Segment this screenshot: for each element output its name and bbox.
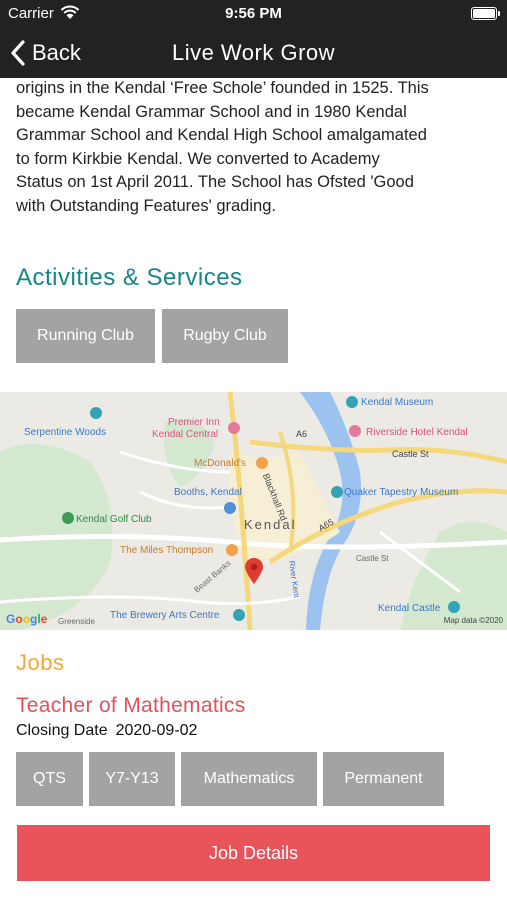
job-tag-qts[interactable]: QTS xyxy=(16,752,83,806)
location-map[interactable]: Kendal Museum Serpentine Woods Premier I… xyxy=(0,392,507,630)
back-button[interactable]: Back xyxy=(10,36,81,70)
chevron-left-icon xyxy=(11,40,25,66)
map-label-miles-thompson: The Miles Thompson xyxy=(120,545,214,556)
map-label-kendal-castle: Kendal Castle xyxy=(378,603,441,614)
museum-icon xyxy=(346,396,358,408)
park-icon xyxy=(90,407,102,419)
museum-icon xyxy=(331,486,343,498)
status-bar: Carrier 9:56 PM xyxy=(0,0,507,28)
map-label-brewery: The Brewery Arts Centre xyxy=(110,610,220,621)
job-tag-year-range[interactable]: Y7-Y13 xyxy=(89,752,175,806)
hotel-icon xyxy=(228,422,240,434)
closing-date-value: 2020-09-02 xyxy=(115,722,198,739)
description-line: became Kendal Grammar School and in 1980… xyxy=(16,102,407,121)
description-line: origins in the Kendal ‘Free Schole’ foun… xyxy=(16,79,429,97)
map-label-riverside-hotel: Riverside Hotel Kendal xyxy=(366,427,468,438)
map-label-castle-st: Castle St xyxy=(392,449,429,459)
navigation-bar: Back Live Work Grow xyxy=(0,28,507,78)
map-label-castle-st-small: Castle St xyxy=(356,554,389,563)
restaurant-icon xyxy=(256,457,268,469)
map-label-serpentine-woods: Serpentine Woods xyxy=(24,427,107,438)
map-label-kendal-central: Kendal Central xyxy=(152,429,219,440)
map-label-booths: Booths, Kendal xyxy=(174,487,242,498)
description-line: with Outstanding Features' grading. xyxy=(16,196,276,215)
closing-date-label: Closing Date xyxy=(16,722,108,739)
job-tag-contract[interactable]: Permanent xyxy=(323,752,444,806)
map-label-greenside: Greenside xyxy=(58,617,95,626)
hotel-icon xyxy=(349,425,361,437)
castle-icon xyxy=(448,601,460,613)
jobs-heading: Jobs xyxy=(16,650,65,675)
map-label-golf-club: Kendal Golf Club xyxy=(76,514,152,525)
theatre-icon xyxy=(233,609,245,621)
job-title[interactable]: Teacher of Mathematics xyxy=(16,694,246,718)
status-time: 9:56 PM xyxy=(225,5,282,22)
google-logo: Google xyxy=(6,612,48,626)
map-label-quaker-museum: Quaker Tapestry Museum xyxy=(344,487,459,498)
map-marker-icon xyxy=(245,558,263,584)
map-label-kendal-town: Kendal xyxy=(244,517,297,532)
battery-icon xyxy=(471,7,500,20)
map-label-premier-inn: Premier Inn xyxy=(168,417,220,428)
back-label: Back xyxy=(32,40,81,65)
description-line: Grammar School and Kendal High School am… xyxy=(16,126,427,144)
map-label-mcdonalds: McDonald's xyxy=(194,458,246,469)
description-line: Status on 1st April 2011. The School has… xyxy=(16,173,414,191)
shopping-icon xyxy=(224,502,236,514)
activities-heading: Activities & Services xyxy=(16,264,243,291)
job-details-button[interactable]: Job Details xyxy=(17,825,490,881)
scroll-content[interactable]: origins in the Kendal ‘Free Schole’ foun… xyxy=(0,78,507,900)
golf-icon xyxy=(62,512,74,524)
restaurant-icon xyxy=(226,544,238,556)
activity-tag-rugby-club[interactable]: Rugby Club xyxy=(162,309,288,363)
activity-tag-running-club[interactable]: Running Club xyxy=(16,309,155,363)
school-description: origins in the Kendal ‘Free Schole’ foun… xyxy=(16,78,494,218)
closing-date: Closing Date 2020-09-02 xyxy=(16,722,197,740)
job-tag-subject[interactable]: Mathematics xyxy=(181,752,317,806)
map-copyright: Map data ©2020 xyxy=(443,616,503,625)
map-label-kendal-museum: Kendal Museum xyxy=(361,397,434,408)
map-label-a6: A6 xyxy=(296,429,308,439)
description-line: to form Kirkbie Kendal. We converted to … xyxy=(16,149,380,168)
